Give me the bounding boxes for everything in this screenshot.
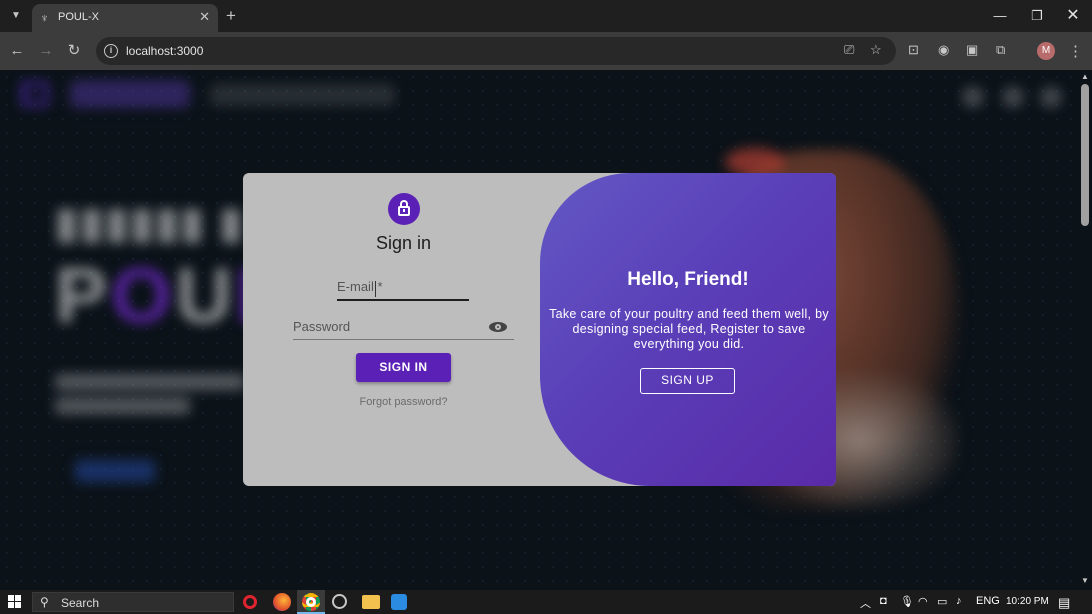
- windows-taskbar: ⚲ Search ︿ ◘ 🎙 ◠ ▭ ♪ ENG 10:20 PM ▤: [0, 590, 1092, 614]
- extensions-puzzle-icon[interactable]: ⧉: [996, 42, 1005, 58]
- tray-battery-icon[interactable]: ▭: [937, 595, 947, 608]
- tray-language[interactable]: ENG: [976, 595, 1000, 607]
- install-app-icon[interactable]: ⎚: [844, 42, 854, 58]
- window-minimize-icon[interactable]: —: [985, 6, 1015, 26]
- extension-image-icon[interactable]: ▣: [966, 42, 978, 58]
- address-url[interactable]: localhost:3000: [126, 44, 203, 58]
- background-nav-icon: [1002, 86, 1024, 108]
- background-nav-icon: [1040, 86, 1062, 108]
- taskbar-search-box[interactable]: ⚲ Search: [32, 592, 234, 612]
- background-nav-icon: [962, 86, 984, 108]
- scroll-up-arrow-icon[interactable]: ▲: [1081, 72, 1089, 81]
- forward-arrow-icon[interactable]: →: [36, 41, 56, 61]
- signin-title: Sign in: [375, 233, 432, 253]
- vscode-app-icon[interactable]: [391, 594, 407, 610]
- chrome-app-icon[interactable]: [302, 593, 320, 611]
- tray-clock[interactable]: 10:20 PM: [1006, 596, 1049, 607]
- site-info-icon[interactable]: i: [104, 44, 118, 58]
- extension-icon[interactable]: ⊡: [908, 42, 919, 58]
- back-arrow-icon[interactable]: ←: [7, 41, 27, 61]
- browser-menu-icon[interactable]: ⋮: [1068, 42, 1083, 60]
- tab-search-chevron-icon[interactable]: ▼: [6, 6, 26, 26]
- notifications-icon[interactable]: ▤: [1058, 595, 1070, 611]
- windows-start-icon[interactable]: [8, 595, 22, 609]
- tray-camera-icon[interactable]: ◘: [880, 595, 887, 607]
- browser-toolbar: ← → ↻ i localhost:3000 ⎚ ☆ ⊡ ◉ ▣ ⧉ ⋮: [0, 32, 1092, 70]
- background-logo: [70, 80, 190, 108]
- promo-tagline: Take care of your poultry and feed them …: [549, 307, 829, 351]
- firefox-app-icon[interactable]: [273, 593, 291, 611]
- brand-letter: U: [175, 251, 237, 339]
- search-icon: ⚲: [40, 595, 49, 609]
- exit-icon: [22, 82, 48, 106]
- window-close-icon[interactable]: ✕: [1058, 6, 1088, 26]
- extension-bulb-icon[interactable]: ◉: [938, 42, 949, 58]
- signin-button[interactable]: SIGN IN: [356, 353, 451, 382]
- tab-favicon-icon: ♆: [40, 11, 49, 25]
- browser-tab-bar: ▼ ♆ POUL-X ✕ + — ❐ ✕: [0, 0, 1092, 32]
- profile-avatar[interactable]: M: [1037, 42, 1055, 60]
- tray-microphone-icon[interactable]: 🎙: [900, 595, 914, 608]
- signup-promo-panel: Hello, Friend! Take care of your poultry…: [540, 173, 836, 486]
- address-bar[interactable]: i localhost:3000 ⎚ ☆: [96, 37, 896, 65]
- background-text-line: [55, 374, 245, 390]
- bookmark-star-icon[interactable]: ☆: [870, 42, 882, 58]
- password-field-underline: [293, 339, 514, 340]
- brand-letter: P: [55, 251, 112, 339]
- tray-volume-icon[interactable]: ♪: [956, 595, 962, 607]
- background-chicken-comb: [725, 148, 785, 176]
- auth-modal: Sign in E-mail * Password SIGN IN Forgot…: [243, 173, 836, 486]
- text-cursor: [375, 281, 376, 297]
- hello-heading: Hello, Friend!: [627, 269, 749, 290]
- scrollbar-thumb[interactable]: [1081, 84, 1089, 226]
- opera-app-icon[interactable]: [243, 595, 257, 609]
- new-tab-plus-icon[interactable]: +: [226, 6, 236, 26]
- reload-icon[interactable]: ↻: [64, 41, 84, 61]
- browser-tab[interactable]: ♆ POUL-X ✕: [32, 4, 218, 32]
- tray-wifi-icon[interactable]: ◠: [918, 595, 928, 608]
- scroll-down-arrow-icon[interactable]: ▼: [1081, 576, 1089, 585]
- clock-app-icon[interactable]: [332, 594, 347, 609]
- forgot-password-link[interactable]: Forgot password?: [243, 396, 564, 408]
- file-explorer-icon[interactable]: [362, 595, 380, 609]
- lock-icon: [388, 193, 420, 225]
- tab-close-icon[interactable]: ✕: [199, 9, 210, 25]
- background-welcome-heading: ▮▮▮▮▮▮ ▮: [55, 199, 245, 246]
- background-text-line: [55, 398, 190, 414]
- window-restore-icon[interactable]: ❐: [1022, 6, 1052, 26]
- page-scrollbar[interactable]: ▲ ▼: [1078, 70, 1092, 590]
- brand-letter: O: [111, 251, 176, 339]
- password-field[interactable]: Password: [293, 319, 350, 334]
- background-search-bar: [210, 84, 395, 106]
- tray-chevron-up-icon[interactable]: ︿: [860, 595, 871, 611]
- taskbar-search-label: Search: [61, 596, 100, 610]
- background-cta-button: [75, 460, 155, 482]
- email-field-underline: [337, 299, 469, 301]
- tab-title: POUL-X: [58, 11, 99, 23]
- show-password-eye-icon[interactable]: [489, 321, 507, 333]
- signup-button[interactable]: SIGN UP: [640, 368, 735, 394]
